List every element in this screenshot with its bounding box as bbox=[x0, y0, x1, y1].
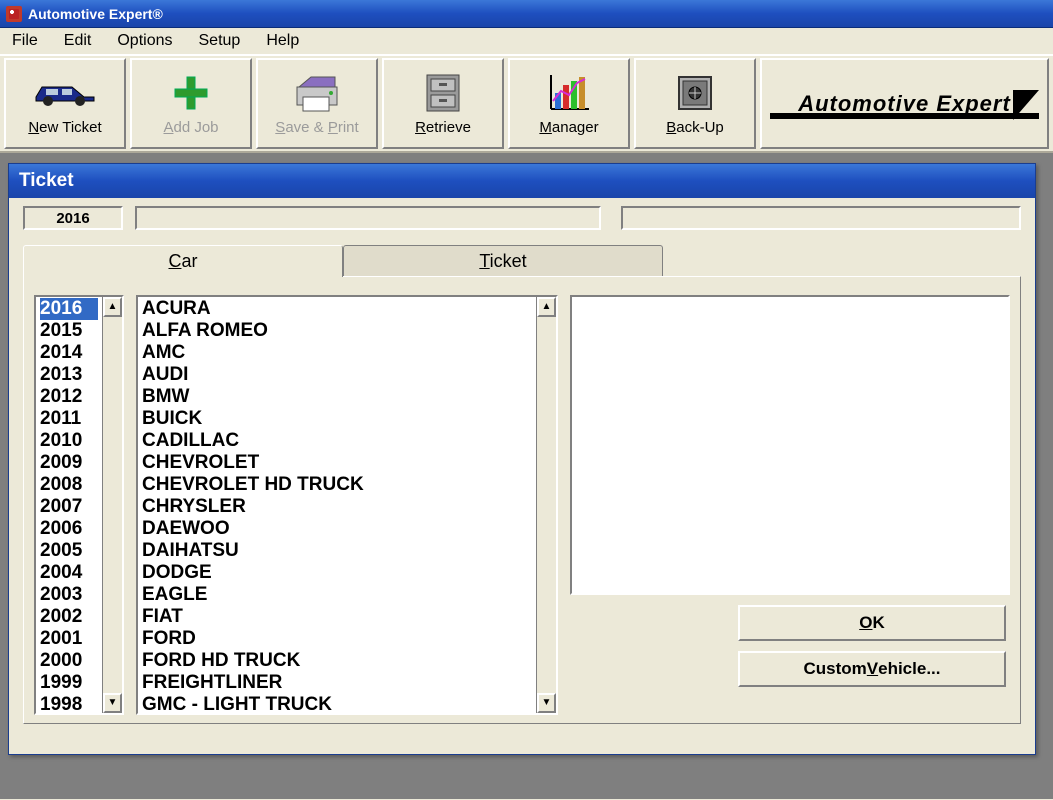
tab-ticket[interactable]: Ticket bbox=[343, 245, 663, 277]
tab-car[interactable]: Car bbox=[23, 245, 343, 277]
make-item[interactable]: CHEVROLET HD TRUCK bbox=[142, 474, 532, 496]
year-listbox[interactable]: 2016201520142013201220112010200920082007… bbox=[34, 295, 124, 715]
ticket-titlebar: Ticket bbox=[9, 164, 1035, 198]
make-item[interactable]: DAIHATSU bbox=[142, 540, 532, 562]
make-item[interactable]: ALFA ROMEO bbox=[142, 320, 532, 342]
app-icon bbox=[6, 6, 22, 22]
model-field[interactable] bbox=[621, 206, 1021, 230]
ok-button[interactable]: OK bbox=[738, 605, 1006, 641]
year-field-value: 2016 bbox=[56, 210, 89, 227]
year-item[interactable]: 2003 bbox=[40, 584, 98, 606]
brand-logo: Automotive Expert bbox=[760, 58, 1049, 149]
field-row: 2016 bbox=[9, 198, 1035, 234]
year-item[interactable]: 2013 bbox=[40, 364, 98, 386]
year-item[interactable]: 2010 bbox=[40, 430, 98, 452]
ticket-window: Ticket 2016 Car Ticket 20162015201420132… bbox=[8, 163, 1036, 755]
manager-label: Manager bbox=[539, 119, 598, 136]
year-item[interactable]: 2012 bbox=[40, 386, 98, 408]
app-title: Automotive Expert® bbox=[28, 6, 163, 22]
make-item[interactable]: FIAT bbox=[142, 606, 532, 628]
make-item[interactable]: BUICK bbox=[142, 408, 532, 430]
tabs: Car Ticket bbox=[9, 234, 1035, 276]
menu-help[interactable]: Help bbox=[260, 30, 305, 52]
manager-button[interactable]: Manager bbox=[508, 58, 630, 149]
make-field[interactable] bbox=[135, 206, 601, 230]
make-item[interactable]: AUDI bbox=[142, 364, 532, 386]
main-titlebar: Automotive Expert® bbox=[0, 0, 1053, 28]
retrieve-label: Retrieve bbox=[415, 119, 471, 136]
make-item[interactable]: FREIGHTLINER bbox=[142, 672, 532, 694]
file-cabinet-icon bbox=[423, 71, 463, 115]
scroll-down-button[interactable]: ▼ bbox=[537, 693, 556, 713]
menu-edit[interactable]: Edit bbox=[58, 30, 98, 52]
printer-icon bbox=[293, 71, 341, 115]
scroll-track[interactable] bbox=[103, 317, 122, 693]
year-item[interactable]: 2016 bbox=[40, 298, 98, 320]
year-item[interactable]: 2004 bbox=[40, 562, 98, 584]
scroll-up-button[interactable]: ▲ bbox=[103, 297, 122, 317]
make-item[interactable]: GMC - LIGHT TRUCK bbox=[142, 694, 532, 715]
year-item[interactable]: 2007 bbox=[40, 496, 98, 518]
car-icon bbox=[32, 71, 98, 115]
make-item[interactable]: ACURA bbox=[142, 298, 532, 320]
make-item[interactable]: DODGE bbox=[142, 562, 532, 584]
make-item[interactable]: CADILLAC bbox=[142, 430, 532, 452]
detail-pane: OK Custom Vehicle... bbox=[570, 295, 1010, 713]
scroll-up-button[interactable]: ▲ bbox=[537, 297, 556, 317]
menu-file[interactable]: File bbox=[6, 30, 44, 52]
year-item[interactable]: 2015 bbox=[40, 320, 98, 342]
new-ticket-button[interactable]: New Ticket bbox=[4, 58, 126, 149]
year-item[interactable]: 1998 bbox=[40, 694, 98, 715]
make-item[interactable]: BMW bbox=[142, 386, 532, 408]
plus-icon bbox=[171, 71, 211, 115]
menu-setup[interactable]: Setup bbox=[193, 30, 247, 52]
make-item[interactable]: EAGLE bbox=[142, 584, 532, 606]
year-item[interactable]: 2001 bbox=[40, 628, 98, 650]
model-listbox[interactable] bbox=[570, 295, 1010, 595]
year-item[interactable]: 2006 bbox=[40, 518, 98, 540]
menubar: File Edit Options Setup Help bbox=[0, 28, 1053, 55]
make-item[interactable]: CHRYSLER bbox=[142, 496, 532, 518]
menu-options[interactable]: Options bbox=[111, 30, 178, 52]
save-print-button[interactable]: Save & Print bbox=[256, 58, 378, 149]
backup-button[interactable]: Back-Up bbox=[634, 58, 756, 149]
year-scrollbar[interactable]: ▲ ▼ bbox=[102, 297, 122, 713]
year-item[interactable]: 2009 bbox=[40, 452, 98, 474]
scroll-track[interactable] bbox=[537, 317, 556, 693]
work-area: Ticket 2016 Car Ticket 20162015201420132… bbox=[0, 153, 1053, 799]
backup-label: Back-Up bbox=[666, 119, 724, 136]
make-item[interactable]: DAEWOO bbox=[142, 518, 532, 540]
make-item[interactable]: FORD HD TRUCK bbox=[142, 650, 532, 672]
year-item[interactable]: 2002 bbox=[40, 606, 98, 628]
make-listbox[interactable]: ACURAALFA ROMEOAMCAUDIBMWBUICKCADILLACCH… bbox=[136, 295, 558, 715]
chart-icon bbox=[547, 71, 591, 115]
make-item[interactable]: AMC bbox=[142, 342, 532, 364]
toolbar: New Ticket Add Job Save & Print bbox=[0, 55, 1053, 153]
custom-vehicle-button[interactable]: Custom Vehicle... bbox=[738, 651, 1006, 687]
save-print-label: Save & Print bbox=[275, 119, 358, 136]
year-field[interactable]: 2016 bbox=[23, 206, 123, 230]
ticket-title: Ticket bbox=[19, 170, 74, 192]
make-item[interactable]: CHEVROLET bbox=[142, 452, 532, 474]
add-job-label: Add Job bbox=[163, 119, 218, 136]
make-scrollbar[interactable]: ▲ ▼ bbox=[536, 297, 556, 713]
year-item[interactable]: 2014 bbox=[40, 342, 98, 364]
safe-icon bbox=[675, 71, 715, 115]
tab-content-car: 2016201520142013201220112010200920082007… bbox=[23, 276, 1021, 724]
add-job-button[interactable]: Add Job bbox=[130, 58, 252, 149]
new-ticket-label: New Ticket bbox=[28, 119, 101, 136]
year-item[interactable]: 2000 bbox=[40, 650, 98, 672]
year-item[interactable]: 1999 bbox=[40, 672, 98, 694]
retrieve-button[interactable]: Retrieve bbox=[382, 58, 504, 149]
scroll-down-button[interactable]: ▼ bbox=[103, 693, 122, 713]
year-item[interactable]: 2005 bbox=[40, 540, 98, 562]
make-item[interactable]: FORD bbox=[142, 628, 532, 650]
year-item[interactable]: 2008 bbox=[40, 474, 98, 496]
year-item[interactable]: 2011 bbox=[40, 408, 98, 430]
